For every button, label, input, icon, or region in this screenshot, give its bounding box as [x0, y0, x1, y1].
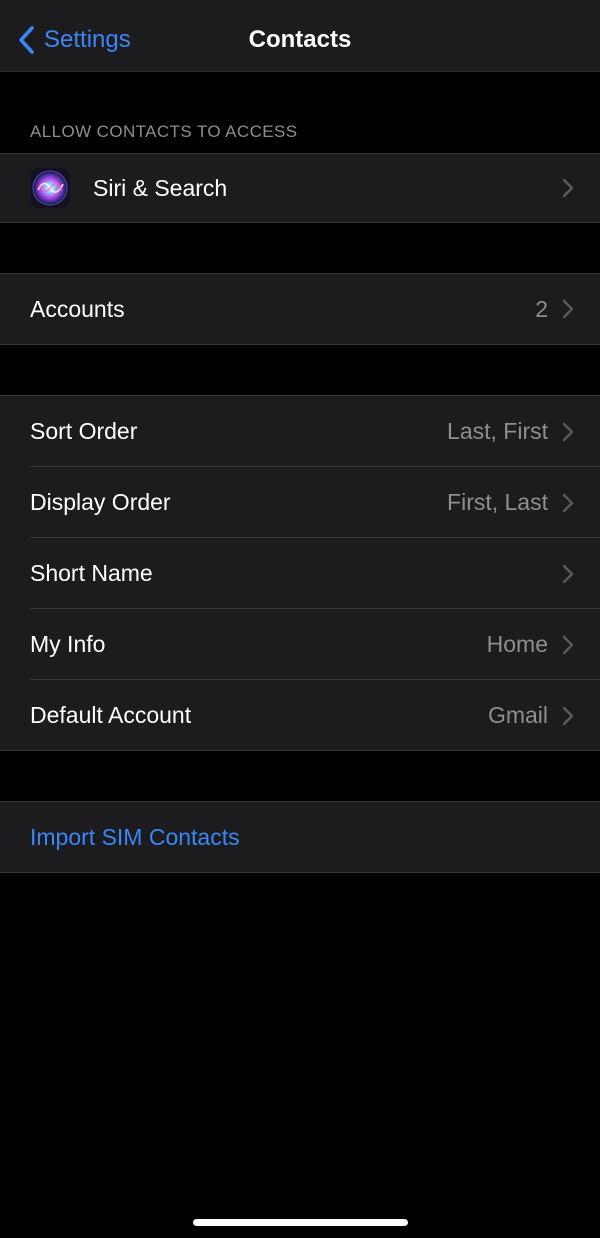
chevron-right-icon	[562, 422, 574, 442]
import-sim-contacts-label: Import SIM Contacts	[30, 823, 240, 850]
siri-search-row[interactable]: Siri & Search	[0, 154, 600, 222]
default-account-row[interactable]: Default Account Gmail	[0, 680, 600, 751]
chevron-right-icon	[562, 299, 574, 319]
home-indicator	[193, 1219, 408, 1226]
accounts-row[interactable]: Accounts 2	[0, 274, 600, 344]
chevron-left-icon	[16, 25, 38, 55]
chevron-right-icon	[562, 564, 574, 584]
short-name-label: Short Name	[30, 560, 153, 586]
default-account-value: Gmail	[487, 702, 548, 728]
siri-search-label: Siri & Search	[93, 174, 228, 201]
navigation-bar: Settings Contacts	[0, 0, 600, 72]
chevron-right-icon	[562, 706, 574, 726]
chevron-right-icon	[562, 178, 574, 198]
allow-access-group: Siri & Search	[0, 153, 600, 223]
siri-icon	[30, 168, 70, 208]
default-account-label: Default Account	[30, 702, 192, 728]
import-group: Import SIM Contacts	[0, 801, 600, 873]
short-name-row[interactable]: Short Name	[0, 538, 600, 609]
display-order-value: First, Last	[447, 489, 548, 515]
sort-order-value: Last, First	[447, 418, 548, 444]
sort-order-row[interactable]: Sort Order Last, First	[0, 396, 600, 467]
accounts-count: 2	[535, 295, 548, 322]
accounts-label: Accounts	[30, 295, 125, 322]
sort-order-label: Sort Order	[30, 418, 138, 444]
back-button[interactable]: Settings	[16, 22, 131, 58]
contact-settings-group: Sort Order Last, First Display Order Fir…	[0, 395, 600, 751]
back-button-label: Settings	[44, 26, 131, 53]
my-info-row[interactable]: My Info Home	[0, 609, 600, 680]
import-sim-contacts-button[interactable]: Import SIM Contacts	[0, 802, 600, 872]
my-info-value: Home	[486, 631, 548, 657]
accounts-group: Accounts 2	[0, 273, 600, 345]
chevron-right-icon	[562, 635, 574, 655]
section-header-allow-access: ALLOW CONTACTS TO ACCESS	[30, 122, 298, 141]
display-order-label: Display Order	[30, 489, 171, 515]
chevron-right-icon	[562, 493, 574, 513]
display-order-row[interactable]: Display Order First, Last	[0, 467, 600, 538]
my-info-label: My Info	[30, 631, 106, 657]
